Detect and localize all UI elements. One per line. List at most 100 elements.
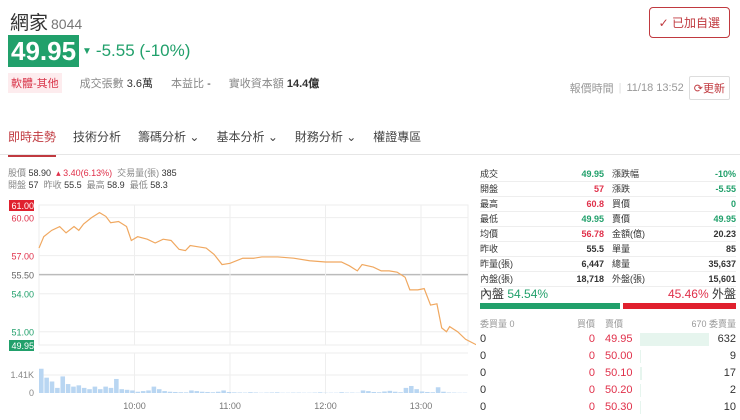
quote-label: 最高	[480, 199, 499, 209]
quote-row: 昨量(張) 6,447 總量 35,637	[480, 257, 736, 272]
volume-bar	[392, 391, 398, 393]
quote-row: 開盤 57 漲跌 -5.55	[480, 182, 736, 197]
quote-label: 漲跌幅	[612, 169, 640, 179]
refresh-button[interactable]: ⟳更新	[688, 76, 730, 100]
volume-bar	[205, 391, 210, 393]
tab-financial[interactable]: 財務分析 ⌄	[295, 128, 356, 157]
ask-volume: 10	[723, 401, 736, 413]
order-book-row: 0 0 49.95 632	[480, 331, 736, 348]
volume-bar	[360, 390, 366, 393]
volume-bar	[178, 392, 183, 393]
quote-time-label: 報價時間	[569, 83, 614, 95]
volume-bar	[382, 391, 387, 393]
quote-label: 昨收	[480, 244, 499, 254]
bid-price: 0	[588, 384, 595, 396]
favorite-button[interactable]: ✓ 已加自選	[648, 7, 730, 38]
volume-bar	[248, 392, 253, 393]
tab-chips[interactable]: 籌碼分析 ⌄	[138, 128, 199, 157]
price-line	[38, 211, 476, 346]
volume-bar	[226, 391, 232, 393]
header-ask: 賣價	[605, 319, 624, 329]
ask-volume-bar	[640, 401, 642, 414]
favorite-label: 已加自選	[671, 16, 720, 30]
y-tick-label: 61.00	[11, 201, 34, 211]
chevron-down-icon: ⌄	[189, 130, 200, 144]
ask-volume-cell: 2	[640, 382, 736, 399]
stat-value: -	[207, 78, 211, 90]
header-ask-vol: 670 委賣量	[691, 319, 736, 329]
chevron-down-icon: ⌄	[346, 130, 357, 144]
volume-bar	[55, 387, 60, 393]
volume-bar	[103, 386, 108, 393]
tab-fundamental[interactable]: 基本分析 ⌄	[216, 128, 277, 157]
ask-price: 50.00	[605, 350, 633, 362]
volume-bar	[124, 389, 130, 393]
price-change: ▼ -5.55 (-10%)	[82, 41, 190, 61]
bid-volume: 0	[480, 367, 487, 379]
volume-bar	[317, 392, 323, 393]
quote-value: 55.5	[586, 244, 604, 254]
volume-bar	[215, 391, 221, 393]
x-tick-label: 10:00	[123, 401, 146, 411]
quote-value: 60.8	[586, 199, 604, 209]
quote-cell: 均價 56.78	[480, 227, 604, 241]
intraday-chart[interactable]: 61.00 60.00 57.00 55.50 54.00 51.00 49.95 10:00…	[0, 195, 476, 420]
quote-value: 56.78	[581, 229, 604, 239]
ask-volume-bar	[640, 333, 710, 346]
category-tag[interactable]: 軟體-其他	[8, 73, 62, 93]
volume-bar	[140, 391, 146, 393]
quote-cell: 成交 49.95	[480, 167, 604, 181]
header-bid: 買價	[576, 319, 595, 329]
volume-bar	[162, 391, 167, 393]
order-book-row: 0 0 50.10 17	[480, 365, 736, 382]
ask-price: 49.95	[605, 333, 633, 345]
outer-bar	[622, 303, 736, 309]
ask-volume-cell: 10	[640, 399, 736, 416]
volume-bar	[232, 392, 237, 393]
quote-row: 最高 60.8 買價 0	[480, 197, 736, 212]
order-book-header: 委買量 0 買價 賣價 670 委賣量	[480, 317, 736, 331]
stat-label: 實收資本額	[228, 78, 284, 90]
volume-bar	[441, 391, 446, 393]
volume-bar	[135, 391, 141, 393]
volume-bar	[419, 391, 425, 393]
divider: |	[618, 82, 622, 94]
quote-cell: 昨量(張) 6,447	[480, 257, 604, 271]
volume-bar	[398, 392, 403, 393]
volume-bar	[173, 391, 178, 393]
info-value: 58.9	[107, 180, 125, 190]
quote-cell: 最低 49.95	[480, 212, 604, 226]
volume-bar	[253, 392, 259, 393]
volume-bar	[199, 391, 205, 393]
tab-realtime[interactable]: 即時走勢	[8, 128, 57, 157]
quote-value: 18,718	[576, 274, 604, 284]
y-tick-label: 49.95	[11, 341, 34, 351]
volume-bar	[371, 391, 377, 393]
volume-bar	[156, 389, 162, 393]
refresh-icon: ⟳	[693, 83, 703, 95]
y-tick-label: 51.00	[11, 328, 34, 338]
volume-bar	[119, 389, 124, 393]
quote-value: 49.95	[581, 169, 604, 179]
volume-bar	[97, 389, 103, 393]
quote-label: 總量	[612, 259, 631, 269]
tab-warrants[interactable]: 權證專區	[373, 128, 421, 157]
volume-bar	[189, 390, 194, 393]
quote-value: 49.95	[713, 214, 736, 224]
quote-value: 6,447	[581, 259, 604, 269]
order-book-row: 0 0 50.00 9	[480, 348, 736, 365]
volume-bar	[237, 392, 242, 393]
y-tick-label: 57.00	[11, 252, 34, 262]
ask-volume: 632	[717, 333, 736, 345]
stock-stats: 軟體-其他 成交張數 3.6萬 本益比 - 實收資本額 14.4億	[8, 73, 319, 93]
quote-label: 金額(億)	[612, 229, 645, 239]
ask-price: 50.20	[605, 384, 633, 396]
volume-bar	[108, 387, 114, 393]
tab-technical[interactable]: 技術分析	[73, 128, 121, 157]
bid-volume: 0	[480, 401, 487, 413]
volume-bar	[130, 390, 135, 393]
quote-row: 昨收 55.5 單量 85	[480, 242, 736, 257]
x-tick-label: 12:00	[314, 401, 337, 411]
volume-bar	[274, 392, 280, 393]
volume-bar	[409, 385, 414, 393]
